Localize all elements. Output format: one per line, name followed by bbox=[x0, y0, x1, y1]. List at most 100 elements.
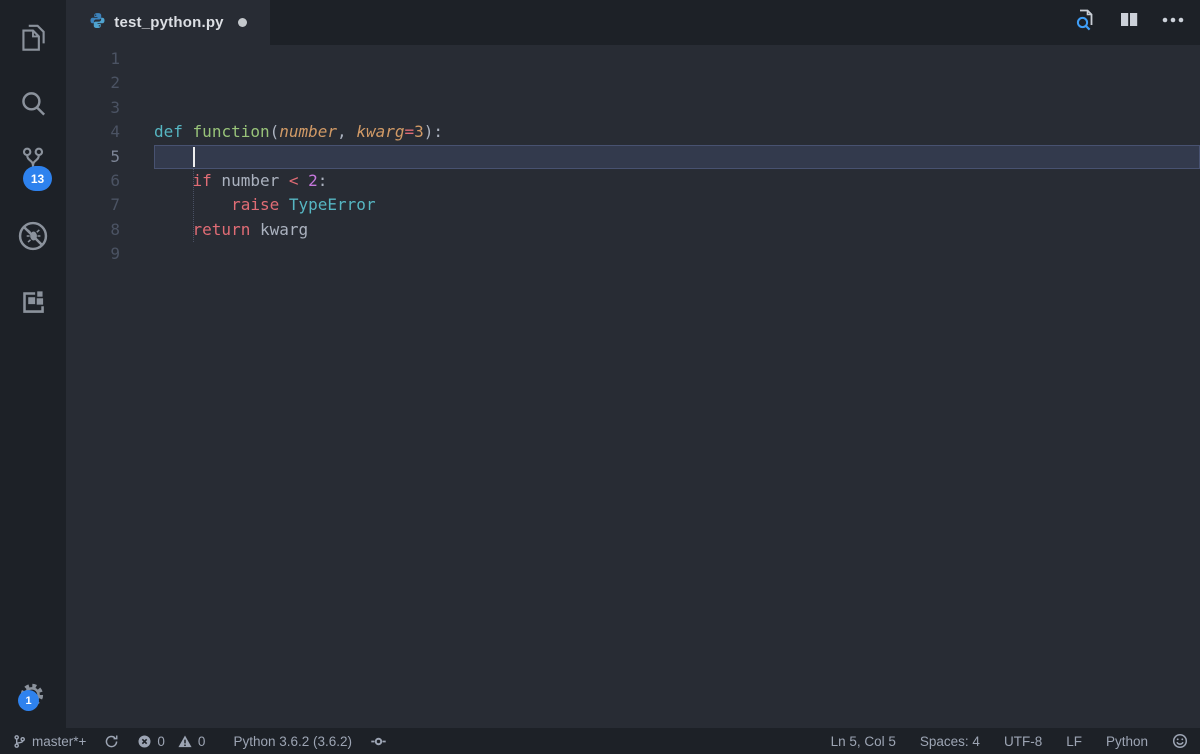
code-token: return bbox=[193, 220, 251, 239]
split-editor-button[interactable] bbox=[1112, 6, 1146, 40]
language-mode-status[interactable]: Python bbox=[1106, 734, 1148, 749]
language-label: Python bbox=[1106, 734, 1148, 749]
line-number-7[interactable]: 7 bbox=[66, 193, 120, 217]
code-line-2[interactable] bbox=[154, 71, 1200, 95]
code-token: number bbox=[212, 171, 289, 190]
code-line-9[interactable] bbox=[154, 242, 1200, 266]
code-token bbox=[299, 171, 309, 190]
activity-item-search[interactable] bbox=[0, 80, 66, 128]
activity-item-extensions[interactable] bbox=[0, 278, 66, 326]
code-token: 3 bbox=[414, 122, 424, 141]
status-left: master*+ 0 bbox=[12, 734, 387, 749]
code-token: number bbox=[279, 122, 337, 141]
indentation-status[interactable]: Spaces: 4 bbox=[920, 734, 980, 749]
target-icon bbox=[370, 734, 387, 749]
extensions-icon bbox=[16, 285, 50, 319]
interpreter-label: Python 3.6.2 (3.6.2) bbox=[233, 734, 352, 749]
line-number-6[interactable]: 6 bbox=[66, 169, 120, 193]
split-editor-icon bbox=[1116, 7, 1142, 38]
eol-status[interactable]: LF bbox=[1066, 734, 1082, 749]
code-line-8[interactable]: return kwarg bbox=[154, 218, 1200, 242]
line-number-1[interactable]: 1 bbox=[66, 47, 120, 71]
error-count: 0 bbox=[157, 734, 165, 749]
code-token: ( bbox=[270, 122, 280, 141]
code-row-5: 5 bbox=[66, 145, 1200, 169]
settings-badge: 1 bbox=[18, 690, 39, 711]
code-row-7: 7 raise TypeError bbox=[66, 193, 1200, 217]
no-bug-icon bbox=[15, 218, 51, 254]
open-preview-button[interactable] bbox=[1068, 6, 1102, 40]
line-number-4[interactable]: 4 bbox=[66, 120, 120, 144]
warning-count: 0 bbox=[198, 734, 206, 749]
editor-column: test_python.py bbox=[66, 0, 1200, 728]
code-line-7[interactable]: raise TypeError bbox=[154, 193, 1200, 217]
code-token: kwarg bbox=[250, 220, 308, 239]
cursor-position-label: Ln 5, Col 5 bbox=[831, 734, 896, 749]
code-row-3: 3 bbox=[66, 96, 1200, 120]
code-token: = bbox=[404, 122, 414, 141]
code-row-6: 6 if number < 2: bbox=[66, 169, 1200, 193]
code-line-5[interactable] bbox=[154, 145, 1200, 169]
sync-button[interactable] bbox=[104, 734, 119, 749]
code-token: def bbox=[154, 122, 183, 141]
activity-item-debug[interactable] bbox=[0, 212, 66, 260]
python-interpreter-status[interactable]: Python 3.6.2 (3.6.2) bbox=[233, 734, 352, 749]
git-branch-status[interactable]: master*+ bbox=[12, 734, 86, 749]
code-row-2: 2 bbox=[66, 71, 1200, 95]
feedback-button[interactable] bbox=[1172, 733, 1188, 749]
line-number-2[interactable]: 2 bbox=[66, 71, 120, 95]
line-number-3[interactable]: 3 bbox=[66, 96, 120, 120]
code-token: 2 bbox=[308, 171, 318, 190]
tab-label: test_python.py bbox=[114, 14, 223, 31]
git-branch-icon bbox=[12, 734, 27, 749]
branch-label: master*+ bbox=[32, 734, 86, 749]
warning-icon bbox=[177, 734, 193, 749]
code-token bbox=[154, 171, 193, 190]
line-number-8[interactable]: 8 bbox=[66, 218, 120, 242]
code-token bbox=[154, 220, 193, 239]
code-line-4[interactable]: def function(number, kwarg=3): bbox=[154, 120, 1200, 144]
code-token: < bbox=[289, 171, 299, 190]
code-token: , bbox=[337, 122, 356, 141]
search-icon bbox=[16, 87, 50, 121]
status-right: Ln 5, Col 5 Spaces: 4 UTF-8 LF Python bbox=[831, 733, 1188, 749]
activity-item-settings[interactable]: 1 bbox=[0, 672, 66, 720]
smiley-icon bbox=[1172, 733, 1188, 749]
activity-item-source-control[interactable]: 13 bbox=[0, 138, 66, 186]
code-token: : bbox=[318, 171, 328, 190]
tab-test-python[interactable]: test_python.py bbox=[66, 0, 270, 45]
cursor-position-status[interactable]: Ln 5, Col 5 bbox=[831, 734, 896, 749]
text-cursor bbox=[193, 147, 195, 167]
error-icon bbox=[137, 734, 152, 749]
vscode-window: 13 bbox=[0, 0, 1200, 754]
source-control-badge: 13 bbox=[23, 166, 52, 191]
code-row-4: 4 def function(number, kwarg=3): bbox=[66, 120, 1200, 144]
linter-status[interactable] bbox=[370, 734, 387, 749]
code-row-9: 9 bbox=[66, 242, 1200, 266]
editor-actions bbox=[1068, 0, 1200, 45]
activity-item-explorer[interactable] bbox=[0, 14, 66, 62]
ellipsis-icon bbox=[1160, 7, 1186, 38]
main-row: 13 bbox=[0, 0, 1200, 728]
code-line-1[interactable] bbox=[154, 47, 1200, 71]
code-token: TypeError bbox=[289, 195, 376, 214]
python-icon bbox=[89, 12, 106, 34]
encoding-label: UTF-8 bbox=[1004, 734, 1042, 749]
modified-dot-icon[interactable] bbox=[238, 18, 247, 27]
activity-bar: 13 bbox=[0, 0, 66, 728]
more-actions-button[interactable] bbox=[1156, 6, 1190, 40]
code-line-3[interactable] bbox=[154, 96, 1200, 120]
code-editor[interactable]: 1234def function(number, kwarg=3):5 6 if… bbox=[66, 45, 1200, 728]
encoding-status[interactable]: UTF-8 bbox=[1004, 734, 1042, 749]
code-token bbox=[279, 195, 289, 214]
code-line-6[interactable]: if number < 2: bbox=[154, 169, 1200, 193]
tab-bar: test_python.py bbox=[66, 0, 1200, 45]
line-number-5[interactable]: 5 bbox=[66, 145, 120, 169]
files-icon bbox=[16, 21, 50, 55]
code-token: function bbox=[193, 122, 270, 141]
code-token bbox=[183, 122, 193, 141]
line-number-9[interactable]: 9 bbox=[66, 242, 120, 266]
problems-status[interactable]: 0 0 bbox=[137, 734, 205, 749]
code-token: raise bbox=[231, 195, 279, 214]
code-row-8: 8 return kwarg bbox=[66, 218, 1200, 242]
